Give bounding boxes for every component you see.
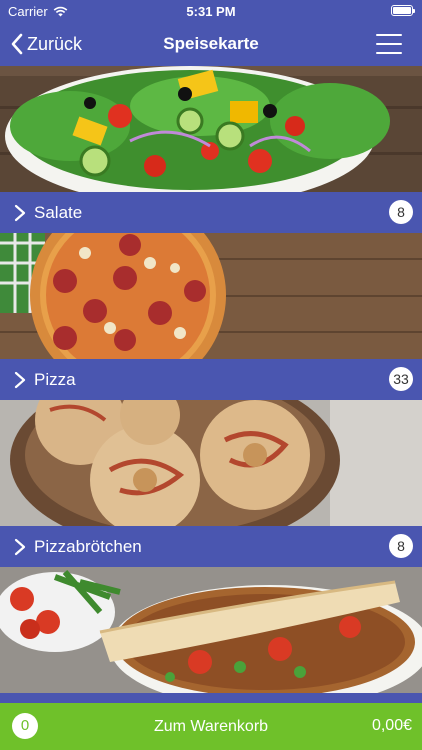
category-count-badge: 8 (389, 200, 413, 224)
category-list: Salate 8 Pizza 33 Pizzabrötchen 8 (0, 66, 422, 734)
category-count-badge: 8 (389, 534, 413, 558)
cart-button[interactable]: 0 Zum Warenkorb 0,00€ (0, 703, 422, 750)
category-pizzabroetchen[interactable]: Pizzabrötchen 8 (0, 400, 422, 567)
category-pizza[interactable]: Pizza 33 (0, 233, 422, 400)
status-bar: Carrier 5:31 PM (0, 0, 422, 22)
category-bar: Pizzabrötchen 8 (0, 526, 422, 567)
pizza-photo (0, 233, 422, 359)
pizzabroetchen-photo (0, 400, 422, 526)
cart-total: 0,00€ (371, 717, 412, 734)
chevron-right-icon (14, 371, 26, 388)
back-label: Zurück (27, 33, 83, 54)
cart-label: Zum Warenkorb (153, 718, 269, 735)
back-chevron-icon (11, 33, 23, 55)
chevron-right-icon (14, 204, 26, 221)
lahmacun-photo (0, 567, 422, 693)
category-count-badge: 33 (389, 367, 413, 391)
navigation-bar: Zurück Speisekarte (0, 22, 422, 66)
category-label: Pizzabrötchen (34, 536, 142, 556)
status-time: 5:31 PM (186, 4, 236, 19)
category-bar: Salate 8 (0, 192, 422, 233)
category-label: Salate (34, 202, 83, 222)
hamburger-menu-icon[interactable] (376, 34, 402, 54)
chevron-right-icon (14, 538, 26, 555)
category-bar: Pizza 33 (0, 359, 422, 400)
back-button[interactable]: Zurück (10, 22, 82, 66)
battery-icon (391, 5, 415, 16)
salad-photo (0, 66, 422, 192)
category-salate[interactable]: Salate 8 (0, 66, 422, 233)
category-label: Pizza (34, 369, 76, 389)
